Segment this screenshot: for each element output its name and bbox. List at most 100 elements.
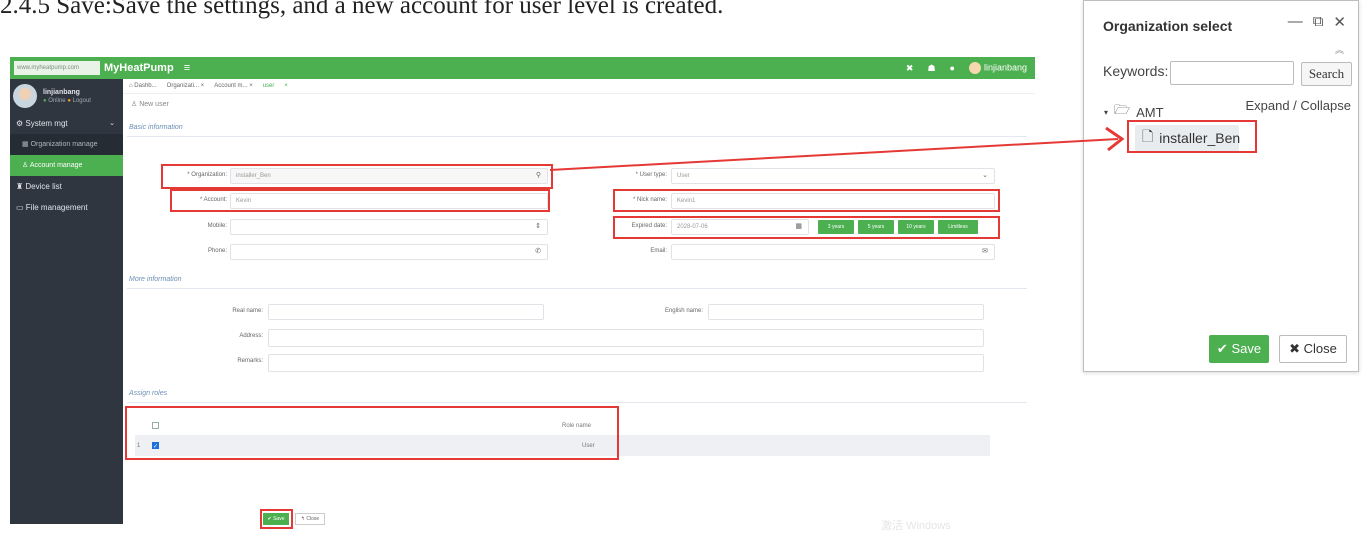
dialog-window-buttons: — ⧉ ✕ [1288,13,1346,31]
envelope-icon: ✉ [982,248,988,255]
tab-label: user [262,83,275,89]
menu-toggle-icon[interactable]: ≡ [184,62,190,74]
online-dot-icon: ● [43,97,47,104]
user-type-label: * User type: [635,172,667,178]
user-add-icon: ♙ [131,101,138,108]
user-type-select[interactable]: User ⌄ [671,168,995,184]
top-bar: www.myheatpump.com MyHeatPump ≡ ✖ ☗ ● li… [10,57,1035,79]
logout-icon: ● [67,97,71,104]
collapse-up-icon[interactable]: ︽ [1335,43,1344,56]
search-button[interactable]: Search [1301,62,1352,86]
email-label: Email: [650,248,667,254]
phone-icon: ✆ [535,248,541,255]
chevron-down-icon: ⌄ [109,120,115,127]
tab-bar: ⌂ Dashb... Organizati... × Account m... … [123,79,1035,94]
stepper-icon: ⇕ [535,223,541,230]
highlight-account [170,189,550,212]
real-name-field[interactable] [268,304,544,320]
close-button[interactable]: ↰ Close [295,513,325,525]
address-field[interactable] [268,329,984,347]
dialog-close-label: Close [1303,341,1337,356]
section-basic-title: Basic information [129,124,183,131]
sidebar-item-file-management[interactable]: ▭ File management [10,197,123,218]
sidebar-item-label: Organization manage [30,141,98,148]
sidebar-item-label: File management [25,203,88,212]
main-content: ⌂ Dashb... Organizati... × Account m... … [123,79,1035,532]
close-icon[interactable]: ✕ [1333,13,1346,31]
divider [127,402,1027,403]
sidebar-item-account-manage[interactable]: ♙ Account manage [10,155,123,176]
gear-icon: ⚙ [16,119,24,128]
tab-user[interactable]: user × [263,83,288,89]
minimize-icon[interactable]: — [1288,13,1303,31]
divider [127,288,1027,289]
section-roles-title: Assign roles [129,390,168,397]
highlight-nick-name [613,189,1000,212]
tab-organization[interactable]: Organizati... × [167,83,205,89]
settings-icon[interactable]: ● [950,63,955,73]
notification-icon[interactable]: ☗ [927,63,935,74]
divider [127,136,1027,137]
home-icon: ⌂ [129,83,133,89]
app-window: www.myheatpump.com MyHeatPump ≡ ✖ ☗ ● li… [10,57,1035,532]
mobile-label: Mobile: [207,223,227,229]
document-heading: 2.4.5 Save:Save the settings, and a new … [0,0,724,19]
maximize-icon[interactable]: ⧉ [1313,13,1324,31]
phone-field[interactable]: ✆ [230,244,548,260]
organization-select-dialog: Organization select — ⧉ ✕ ︽ Keywords: Se… [1083,0,1359,372]
windows-watermark: 激活 Windows [881,520,951,532]
remarks-label: Remarks: [237,358,263,364]
sidebar-item-device-list[interactable]: ♜ Device list [10,176,123,197]
logout-link[interactable]: Logout [73,98,91,104]
phone-label: Phone: [207,248,227,254]
tab-label: Dashb... [134,83,157,89]
highlight-roles [125,406,619,460]
address-label: Address: [239,333,263,339]
sidebar-item-system-mgt[interactable]: ⚙ System mgt ⌄ [10,113,123,134]
dialog-title: Organization select [1103,18,1233,34]
topbar-user[interactable]: linjianbang [968,62,1027,74]
topbar-actions: ✖ ☗ ● linjianbang [906,62,1035,74]
dialog-save-button[interactable]: ✔ Save [1209,335,1269,363]
online-status: Online [48,97,66,104]
tab-dashboard[interactable]: ⌂ Dashb... [129,83,157,89]
real-name-label: Real name: [232,308,263,314]
english-name-field[interactable] [708,304,984,320]
highlight-expired-date [613,216,1000,239]
device-icon: ♜ [16,182,24,191]
page-title-text: New user [139,101,169,108]
expand-collapse-link[interactable]: Expand / Collapse [1245,98,1351,113]
user-type-value: User [677,173,690,179]
topbar-username: linjianbang [983,62,1027,73]
user-icon: ♙ [22,162,29,169]
remarks-field[interactable] [268,354,984,372]
brand-logo: MyHeatPump [104,62,174,74]
email-field[interactable]: ✉ [671,244,995,260]
sidebar-item-label: Account manage [29,162,83,169]
highlight-tree-node [1127,120,1257,153]
user-panel: linjianbang ● Online ● Logout [10,79,123,113]
keywords-label: Keywords: [1103,63,1169,79]
highlight-organization [161,164,553,189]
tab-account[interactable]: Account m... × [214,83,253,89]
caret-down-icon[interactable]: ▾ [1104,108,1108,117]
check-icon: ✔ [1216,341,1228,356]
folder-icon: ▭ [16,203,24,212]
tree-root-label: AMT [1136,104,1164,120]
avatar [968,62,981,74]
sidebar-item-label: Device list [25,182,62,191]
sidebar-item-organization-manage[interactable]: ▦ Organization manage [10,134,123,155]
user-avatar [13,84,37,108]
section-more-title: More information [129,276,182,283]
fullscreen-icon[interactable]: ✖ [906,63,914,74]
highlight-save [260,509,293,529]
mobile-field[interactable]: ⇕ [230,219,548,235]
keywords-input[interactable] [1170,61,1294,85]
english-name-label: English name: [664,308,703,314]
chevron-down-icon: ⌄ [982,172,988,179]
user-name: linjianbang [43,88,80,96]
dialog-save-label: Save [1231,341,1262,356]
x-icon: ✖ [1289,341,1301,356]
dialog-close-button[interactable]: ✖ Close [1279,335,1347,363]
site-badge: www.myheatpump.com [14,61,100,75]
